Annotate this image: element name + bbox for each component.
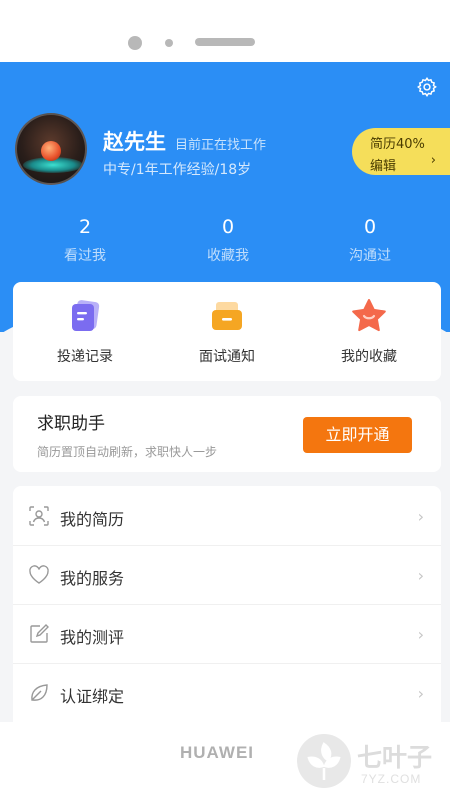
quick-action-label: 投递记录 [57, 349, 113, 365]
resume-completion-badge[interactable]: 简历40% 编辑 › [352, 128, 450, 175]
stat-communicated[interactable]: 0 沟通过 [320, 216, 420, 265]
stat-label: 看过我 [64, 248, 106, 264]
star-icon [352, 299, 386, 332]
stat-label: 沟通过 [349, 248, 391, 264]
stat-label: 收藏我 [207, 248, 249, 264]
avatar-ball [41, 141, 61, 161]
menu-list: 我的简历 › 我的服务 › 我的测评 › 认证绑定 › [13, 486, 441, 722]
chevron-right-icon: › [430, 153, 436, 168]
watermark-url: 7YZ.COM [361, 772, 422, 786]
quick-action-interviews[interactable]: 面试通知 [177, 296, 277, 366]
quick-action-applications[interactable]: 投递记录 [35, 296, 135, 366]
job-status: 目前正在找工作 [175, 138, 267, 153]
quick-action-label: 我的收藏 [341, 349, 397, 365]
stat-value: 0 [221, 216, 235, 238]
chevron-right-icon: › [417, 684, 424, 703]
sensor [165, 39, 173, 47]
device-brand: HUAWEI [180, 743, 254, 762]
phone-bottom-bezel: HUAWEI 七叶子 7YZ.COM [0, 722, 450, 800]
menu-item-my-services[interactable]: 我的服务 › [13, 545, 441, 604]
edit-icon [30, 624, 49, 643]
job-helper-card: 求职助手 简历置顶自动刷新，求职快人一步 立即开通 [13, 396, 441, 472]
menu-item-label: 我的测评 [60, 628, 125, 647]
menu-item-my-resume[interactable]: 我的简历 › [13, 486, 441, 545]
front-camera [128, 36, 142, 50]
menu-item-verification[interactable]: 认证绑定 › [13, 663, 441, 722]
chevron-right-icon: › [417, 566, 424, 585]
divider [13, 545, 441, 546]
menu-item-label: 认证绑定 [60, 687, 125, 706]
user-name: 赵先生 [103, 130, 166, 154]
menu-item-label: 我的简历 [60, 510, 125, 529]
resume-scan-icon [29, 506, 49, 526]
divider [13, 663, 441, 664]
stat-value: 2 [78, 216, 92, 238]
stat-value: 0 [363, 216, 377, 238]
gear-icon[interactable] [416, 76, 438, 98]
envelope-icon [212, 302, 242, 330]
helper-description: 简历置顶自动刷新，求职快人一步 [37, 445, 218, 459]
resume-edit-label: 编辑 [370, 159, 397, 174]
quick-actions-card: 投递记录 面试通知 我的收藏 [13, 282, 441, 381]
document-icon [72, 300, 100, 331]
menu-item-label: 我的服务 [60, 569, 125, 588]
chevron-right-icon: › [417, 507, 424, 526]
resume-percent: 简历40% [370, 137, 425, 152]
phone-top-bezel [0, 0, 450, 62]
leaf-icon [31, 684, 48, 701]
earpiece-speaker [195, 38, 255, 46]
divider [13, 604, 441, 605]
avatar[interactable] [15, 113, 87, 185]
watermark-text: 七叶子 [357, 743, 433, 772]
heart-icon [29, 565, 49, 584]
stat-favorited-me[interactable]: 0 收藏我 [178, 216, 278, 265]
helper-title: 求职助手 [37, 414, 105, 434]
quick-action-favorites[interactable]: 我的收藏 [319, 296, 419, 366]
stat-viewed-me[interactable]: 2 看过我 [35, 216, 135, 265]
activate-now-button[interactable]: 立即开通 [303, 417, 412, 453]
watermark-logo-icon [297, 734, 351, 788]
user-info: 中专/1年工作经验/18岁 [103, 162, 252, 178]
chevron-right-icon: › [417, 625, 424, 644]
quick-action-label: 面试通知 [199, 349, 255, 365]
watermark: 七叶子 7YZ.COM [295, 732, 445, 792]
menu-item-my-assessment[interactable]: 我的测评 › [13, 604, 441, 663]
app-screen: 赵先生 目前正在找工作 中专/1年工作经验/18岁 简历40% 编辑 › 2 看… [0, 62, 450, 722]
